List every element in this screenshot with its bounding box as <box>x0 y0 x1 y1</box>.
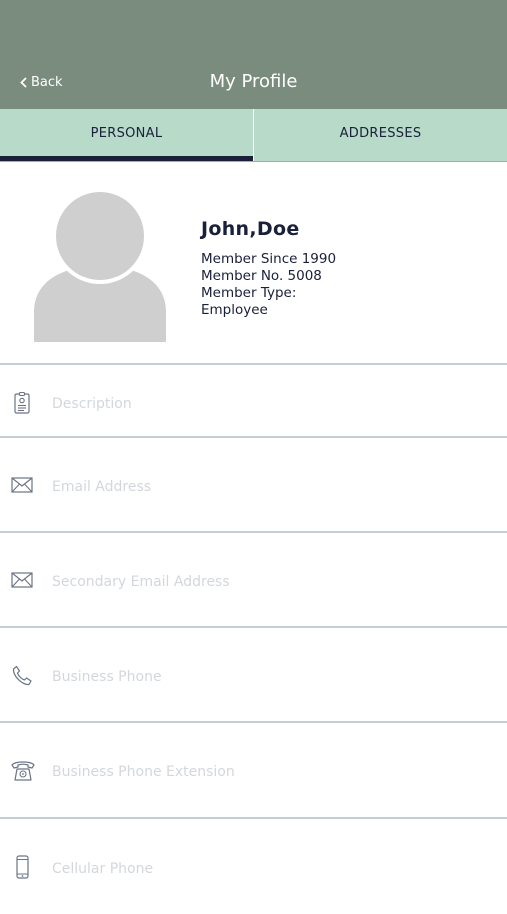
business-phone-extension-field[interactable]: Business Phone Extension <box>0 723 507 819</box>
description-placeholder: Description <box>52 396 132 412</box>
phone-icon <box>12 665 32 686</box>
envelope-icon <box>11 572 33 588</box>
secondary-email-placeholder: Secondary Email Address <box>52 574 230 590</box>
member-number: Member No. 5008 <box>201 268 322 284</box>
profile-meta: Member Since 1990 Member No. 5008 Member… <box>201 251 336 319</box>
envelope-icon <box>11 477 33 493</box>
member-since: Member Since 1990 <box>201 251 337 267</box>
id-badge-icon <box>14 391 30 414</box>
avatar <box>34 190 166 342</box>
member-type-value: Employee <box>201 302 268 318</box>
tab-label: PERSONAL <box>90 125 163 141</box>
secondary-email-field[interactable]: Secondary Email Address <box>0 533 507 628</box>
cellular-phone-placeholder: Cellular Phone <box>52 861 154 877</box>
mobile-phone-icon <box>16 855 29 879</box>
app-header: Back My Profile <box>0 0 507 109</box>
description-field[interactable]: Description <box>0 365 507 438</box>
tab-addresses[interactable]: ADDRESSES <box>253 109 507 161</box>
business-phone-placeholder: Business Phone <box>52 669 162 685</box>
email-field[interactable]: Email Address <box>0 438 507 533</box>
business-phone-extension-placeholder: Business Phone Extension <box>52 764 235 780</box>
tab-personal[interactable]: PERSONAL <box>0 109 253 161</box>
page-title: My Profile <box>209 71 298 92</box>
profile-card: John,Doe Member Since 1990 Member No. 50… <box>0 162 507 365</box>
tab-label: ADDRESSES <box>339 125 422 141</box>
desk-phone-icon <box>11 761 35 781</box>
tab-bar: PERSONAL ADDRESSES <box>0 109 507 162</box>
business-phone-field[interactable]: Business Phone <box>0 628 507 723</box>
email-placeholder: Email Address <box>52 479 152 495</box>
member-type-label: Member Type: <box>201 285 297 301</box>
profile-name: John,Doe <box>201 218 300 240</box>
